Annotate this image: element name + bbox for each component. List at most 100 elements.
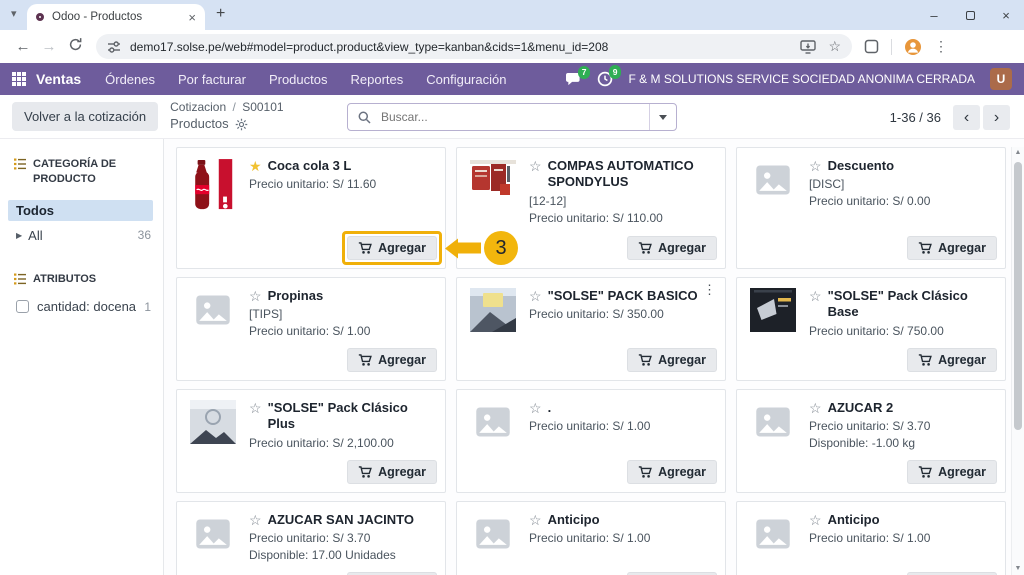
- favorite-star-icon[interactable]: ☆: [249, 288, 262, 304]
- product-image[interactable]: [467, 288, 519, 372]
- card-menu-icon[interactable]: ⋮: [703, 282, 716, 298]
- refresh-icon[interactable]: [62, 37, 88, 56]
- gear-icon[interactable]: [235, 118, 248, 131]
- product-card[interactable]: ☆ "SOLSE" Pack Clásico Base Precio unita…: [736, 277, 1006, 381]
- product-card[interactable]: ☆ Descuento [DISC] Precio unitario: S/ 0…: [736, 147, 1006, 269]
- product-image[interactable]: [187, 288, 239, 372]
- product-title[interactable]: "SOLSE" PACK BASICO: [548, 288, 698, 304]
- back-icon[interactable]: ←: [10, 38, 36, 55]
- product-image[interactable]: [747, 288, 799, 372]
- favorite-star-icon[interactable]: ☆: [249, 400, 262, 416]
- restore-button[interactable]: [952, 8, 988, 23]
- product-title[interactable]: Anticipo: [828, 512, 880, 528]
- menu-productos[interactable]: Productos: [269, 72, 328, 87]
- agregar-button[interactable]: Agregar: [627, 236, 717, 260]
- agregar-button[interactable]: Agregar: [347, 236, 437, 260]
- product-image[interactable]: [187, 158, 239, 260]
- search-input[interactable]: [379, 109, 649, 125]
- product-image[interactable]: [187, 400, 239, 484]
- breadcrumb-s00101[interactable]: S00101: [242, 100, 283, 114]
- volver-cotizacion-button[interactable]: Volver a la cotización: [12, 102, 158, 131]
- bookmark-star-icon[interactable]: ☆: [828, 38, 841, 55]
- favorite-star-icon[interactable]: ★: [249, 158, 262, 174]
- agregar-button[interactable]: Agregar: [907, 460, 997, 484]
- favorite-star-icon[interactable]: ☆: [809, 400, 822, 416]
- agregar-button[interactable]: Agregar: [347, 460, 437, 484]
- product-title[interactable]: Descuento: [828, 158, 894, 174]
- agregar-button[interactable]: Agregar: [627, 348, 717, 372]
- sidebar-item-todos[interactable]: Todos: [8, 200, 153, 221]
- product-title[interactable]: .: [548, 400, 552, 416]
- product-title[interactable]: Coca cola 3 L: [268, 158, 352, 174]
- favorite-star-icon[interactable]: ☆: [809, 288, 822, 304]
- company-name[interactable]: F & M SOLUTIONS SERVICE SOCIEDAD ANONIMA…: [628, 72, 975, 86]
- search-dropdown-toggle[interactable]: [649, 104, 676, 130]
- scroll-down-icon[interactable]: ▼: [1012, 563, 1024, 575]
- profile-avatar-icon[interactable]: [904, 38, 922, 56]
- product-card[interactable]: ☆ "SOLSE" PACK BASICO Precio unitario: S…: [456, 277, 726, 381]
- browser-menu-icon[interactable]: ⋮: [934, 38, 948, 55]
- product-image[interactable]: [747, 158, 799, 260]
- browser-tab[interactable]: Odoo - Productos ×: [27, 4, 205, 30]
- product-title[interactable]: "SOLSE" Pack Clásico Plus: [268, 400, 437, 433]
- caret-right-icon[interactable]: ▶: [16, 231, 22, 240]
- menu-ordenes[interactable]: Órdenes: [105, 72, 155, 87]
- activities-icon[interactable]: 9: [597, 71, 613, 87]
- product-image[interactable]: [467, 512, 519, 575]
- agregar-button[interactable]: Agregar: [347, 348, 437, 372]
- app-name[interactable]: Ventas: [36, 71, 81, 87]
- product-card[interactable]: ☆ Anticipo Precio unitario: S/ 1.00 ⋮ Ag…: [456, 501, 726, 575]
- checkbox[interactable]: [16, 300, 29, 313]
- favorite-star-icon[interactable]: ☆: [809, 158, 822, 174]
- product-image[interactable]: [747, 512, 799, 575]
- agregar-button[interactable]: Agregar: [907, 348, 997, 372]
- extensions-icon[interactable]: [864, 39, 879, 54]
- pager-next-button[interactable]: ›: [983, 105, 1010, 130]
- menu-reportes[interactable]: Reportes: [350, 72, 403, 87]
- user-avatar[interactable]: U: [990, 68, 1012, 90]
- scroll-up-icon[interactable]: ▲: [1012, 147, 1024, 159]
- address-bar[interactable]: demo17.solse.pe/web#model=product.produc…: [96, 34, 852, 59]
- forward-icon[interactable]: →: [36, 38, 62, 55]
- product-card[interactable]: ☆ . Precio unitario: S/ 1.00 ⋮ Agregar 3: [456, 389, 726, 493]
- product-title[interactable]: COMPAS AUTOMATICO SPONDYLUS: [548, 158, 717, 191]
- agregar-button[interactable]: Agregar: [907, 236, 997, 260]
- favorite-star-icon[interactable]: ☆: [809, 512, 822, 528]
- product-card[interactable]: ☆ AZUCAR 2 Precio unitario: S/ 3.70 Disp…: [736, 389, 1006, 493]
- product-card[interactable]: ☆ AZUCAR SAN JACINTO Precio unitario: S/…: [176, 501, 446, 575]
- scrollbar[interactable]: ▲ ▼: [1011, 147, 1024, 575]
- minimize-button[interactable]: –: [916, 8, 952, 23]
- tab-close-icon[interactable]: ×: [188, 10, 196, 25]
- apps-grid-icon[interactable]: [12, 72, 26, 86]
- favorite-star-icon[interactable]: ☆: [529, 288, 542, 304]
- product-title[interactable]: AZUCAR 2: [828, 400, 894, 416]
- site-settings-icon[interactable]: [107, 40, 121, 54]
- favorite-star-icon[interactable]: ☆: [529, 512, 542, 528]
- messages-icon[interactable]: 7: [565, 72, 582, 87]
- product-title[interactable]: AZUCAR SAN JACINTO: [268, 512, 414, 528]
- product-image[interactable]: [747, 400, 799, 484]
- product-card[interactable]: ★ Coca cola 3 L Precio unitario: S/ 11.6…: [176, 147, 446, 269]
- favorite-star-icon[interactable]: ☆: [249, 512, 262, 528]
- product-card[interactable]: ☆ Anticipo Precio unitario: S/ 1.00 ⋮ Ag…: [736, 501, 1006, 575]
- favorite-star-icon[interactable]: ☆: [529, 158, 542, 174]
- url-text[interactable]: demo17.solse.pe/web#model=product.produc…: [130, 40, 788, 54]
- product-image[interactable]: [467, 400, 519, 484]
- sidebar-item-all[interactable]: ▶ All 36: [14, 225, 153, 246]
- menu-configuracion[interactable]: Configuración: [426, 72, 506, 87]
- scrollbar-thumb[interactable]: [1014, 162, 1022, 430]
- breadcrumb-cotizacion[interactable]: Cotizacion: [170, 100, 226, 114]
- attribute-item-cantidad-docena[interactable]: cantidad: docena 1: [14, 296, 153, 317]
- pager-prev-button[interactable]: ‹: [953, 105, 980, 130]
- product-title[interactable]: Propinas: [268, 288, 324, 304]
- product-title[interactable]: Anticipo: [548, 512, 600, 528]
- menu-por-facturar[interactable]: Por facturar: [178, 72, 246, 87]
- product-card[interactable]: ☆ Propinas [TIPS] Precio unitario: S/ 1.…: [176, 277, 446, 381]
- tab-list-chevron-icon[interactable]: ▾: [11, 7, 17, 20]
- new-tab-button[interactable]: +: [216, 5, 225, 23]
- close-window-button[interactable]: ×: [988, 8, 1024, 23]
- send-to-device-icon[interactable]: [800, 40, 816, 54]
- product-image[interactable]: [187, 512, 239, 575]
- product-title[interactable]: "SOLSE" Pack Clásico Base: [828, 288, 997, 321]
- product-card[interactable]: ☆ "SOLSE" Pack Clásico Plus Precio unita…: [176, 389, 446, 493]
